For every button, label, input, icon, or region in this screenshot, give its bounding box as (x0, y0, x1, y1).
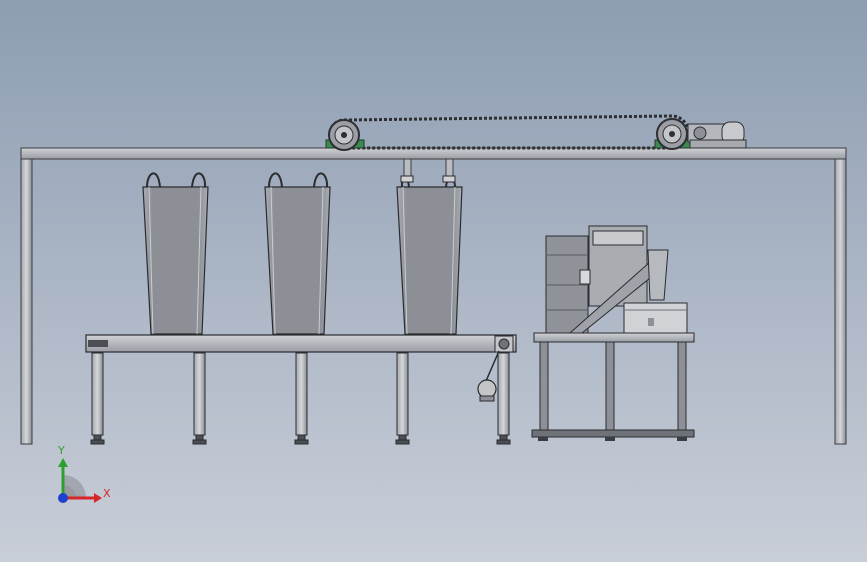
sealer-base (531, 429, 695, 438)
assembly-drawing: Y X (0, 0, 867, 562)
bulk-bag-2[interactable] (264, 172, 331, 335)
overhead-beam (20, 147, 847, 160)
drive-motor (687, 121, 747, 149)
frame-leg-left (20, 158, 33, 445)
conveyor-top (85, 334, 517, 353)
sealer-table-top (533, 332, 695, 343)
conveyor-end-plate (88, 340, 108, 347)
y-axis-label: Y (57, 444, 65, 457)
bulk-bag-3[interactable] (396, 175, 463, 335)
sealer-guard (623, 302, 688, 334)
frame-leg-right (834, 158, 847, 445)
x-axis-label: X (103, 487, 111, 500)
cad-viewport[interactable]: Y X (0, 0, 867, 562)
origin-dot (58, 493, 68, 503)
bulk-bag-1[interactable] (142, 172, 209, 335)
